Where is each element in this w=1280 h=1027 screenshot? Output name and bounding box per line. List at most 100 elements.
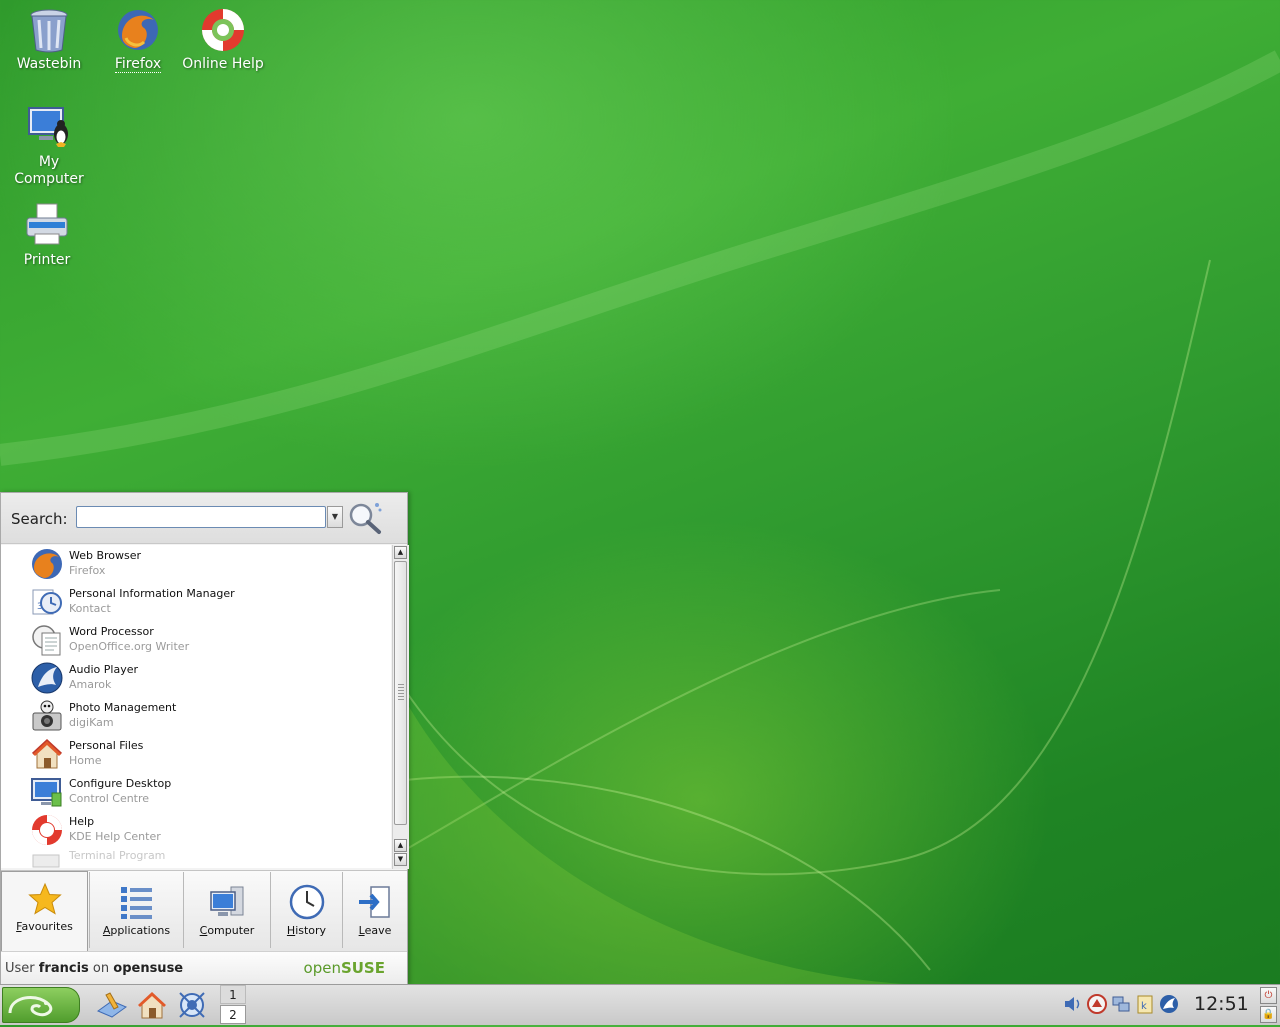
camera-icon — [32, 700, 62, 731]
search-bar: Search: ▼ — [1, 493, 407, 544]
desktop-icon-label: My — [38, 154, 60, 170]
kmix-icon[interactable] — [1158, 993, 1180, 1015]
user-on: on — [92, 961, 110, 976]
item-title: Personal Files — [69, 739, 144, 752]
scroll-down-button[interactable]: ▼ — [394, 853, 407, 866]
lifebuoy-icon — [202, 9, 244, 51]
item-title: Word Processor — [69, 625, 154, 638]
desktop-icon-wastebin[interactable]: Wastebin — [6, 6, 92, 73]
exit-icon — [359, 886, 390, 918]
item-subtitle: KDE Help Center — [69, 830, 161, 843]
tab-label: eave — [364, 924, 392, 937]
tab-leave[interactable]: Leave — [342, 872, 407, 948]
host-name: opensuse — [113, 961, 184, 976]
user-info: User francis on opensuse — [5, 961, 183, 976]
item-subtitle: digiKam — [69, 716, 114, 729]
volume-icon[interactable] — [1062, 993, 1084, 1015]
desktop-icon-my-computer[interactable]: My Computer — [6, 104, 92, 188]
list-item-terminal[interactable]: Terminal Program — [1, 849, 391, 868]
list-item-pim[interactable]: 3 Personal Information Manager Kontact — [1, 583, 391, 621]
tab-label: pplications — [110, 924, 171, 937]
network-icon[interactable] — [1110, 993, 1132, 1015]
menu-footer: User francis on opensuse openSUSE — [1, 951, 407, 984]
pager-desktop-1[interactable]: 1 — [220, 985, 246, 1004]
klipper-icon[interactable]: k — [1134, 993, 1156, 1015]
item-subtitle: Amarok — [69, 678, 112, 691]
tab-history[interactable]: History — [270, 872, 342, 948]
desktop-icon-label: Printer — [23, 252, 71, 268]
item-subtitle: Terminal Program — [69, 849, 166, 862]
scroll-thumb[interactable] — [394, 561, 407, 825]
list-item-photo-management[interactable]: Photo Management digiKam — [1, 697, 391, 735]
tab-computer[interactable]: Computer — [183, 872, 270, 948]
control-centre-icon — [31, 778, 62, 807]
quicklaunch-konqueror[interactable] — [176, 989, 208, 1021]
lock-screen-icon[interactable]: 🔒 — [1260, 1006, 1277, 1023]
writer-icon — [32, 625, 61, 656]
list-item-help[interactable]: Help KDE Help Center — [1, 811, 391, 849]
printer-icon — [26, 203, 68, 245]
item-subtitle: Control Centre — [69, 792, 150, 805]
list-item-web-browser[interactable]: Web Browser Firefox — [1, 545, 391, 583]
clock[interactable]: 12:51 — [1194, 993, 1249, 1015]
taskbar: 1 2 k 12:51 ⏻ 🔒 — [0, 984, 1280, 1025]
favourites-list: Web Browser Firefox 3 Personal Informati… — [1, 545, 391, 868]
quicklaunch-home[interactable] — [136, 989, 168, 1021]
tab-label-accel: H — [286, 924, 296, 937]
user-name: francis — [38, 961, 89, 976]
desktop-icon — [96, 992, 128, 1018]
kmenu-button[interactable] — [2, 987, 80, 1023]
tab-label: istory — [295, 924, 327, 937]
desktop-icon-printer[interactable]: Printer — [4, 202, 90, 269]
scroll-up-button[interactable]: ▲ — [394, 546, 407, 559]
item-title: Personal Information Manager — [69, 587, 235, 600]
svg-text:k: k — [1141, 1001, 1147, 1012]
search-history-dropdown[interactable]: ▼ — [327, 506, 343, 528]
search-label: Search: — [11, 510, 68, 528]
scroll-up-button-lower[interactable]: ▲ — [394, 839, 407, 852]
svg-text:3: 3 — [37, 602, 43, 612]
item-subtitle: OpenOffice.org Writer — [69, 640, 190, 653]
desktop-icon-label: Online Help — [182, 56, 264, 72]
home-icon — [138, 992, 166, 1019]
suse-gecko-icon — [8, 996, 53, 1017]
desktop-icon-label: Firefox — [114, 56, 162, 73]
computer-icon — [28, 107, 68, 147]
search-input[interactable] — [76, 506, 326, 528]
search-icon — [347, 501, 383, 539]
item-title: Configure Desktop — [69, 777, 172, 790]
desktop-icon-label: Computer — [14, 171, 84, 187]
list-item-audio-player[interactable]: Audio Player Amarok — [1, 659, 391, 697]
list-item-word-processor[interactable]: Word Processor OpenOffice.org Writer — [1, 621, 391, 659]
list-item-personal-files[interactable]: Personal Files Home — [1, 735, 391, 773]
home-icon — [31, 738, 63, 769]
tab-favourites[interactable]: Favourites — [1, 871, 88, 951]
desktop-icon-firefox[interactable]: Firefox — [95, 6, 181, 73]
terminal-icon — [32, 854, 60, 868]
list-item-configure-desktop[interactable]: Configure Desktop Control Centre — [1, 773, 391, 811]
kontact-icon: 3 — [32, 589, 62, 615]
tab-applications[interactable]: Applications — [89, 872, 183, 948]
quicklaunch-desktop[interactable] — [96, 989, 128, 1021]
item-subtitle: Kontact — [69, 602, 111, 615]
shutdown-icon[interactable]: ⏻ — [1260, 987, 1277, 1004]
pager-desktop-2[interactable]: 2 — [220, 1005, 246, 1024]
lifebuoy-icon — [32, 815, 62, 845]
desktop-icon-online-help[interactable]: Online Help — [180, 6, 266, 73]
desktop-icon-label: Wastebin — [16, 56, 82, 72]
firefox-icon — [118, 10, 158, 50]
computer-icon — [210, 886, 244, 916]
item-title: Web Browser — [69, 549, 142, 562]
desktop-pager: 1 2 — [220, 985, 246, 1025]
item-title: Help — [69, 815, 95, 828]
tab-label: omputer — [207, 924, 255, 937]
kickoff-menu: Search: ▼ Web Browser Firefox 3 Personal… — [0, 492, 409, 984]
konqueror-icon — [179, 992, 205, 1018]
menu-tabs: Favourites Applications Computer History… — [1, 870, 407, 951]
list-scrollbar[interactable]: ▲ ▲ ▼ — [392, 545, 409, 869]
amarok-icon — [31, 662, 63, 694]
updater-icon[interactable] — [1086, 993, 1108, 1015]
opensuse-logo: openSUSE — [303, 959, 385, 977]
trash-icon — [30, 9, 68, 53]
item-subtitle: Home — [69, 754, 102, 767]
